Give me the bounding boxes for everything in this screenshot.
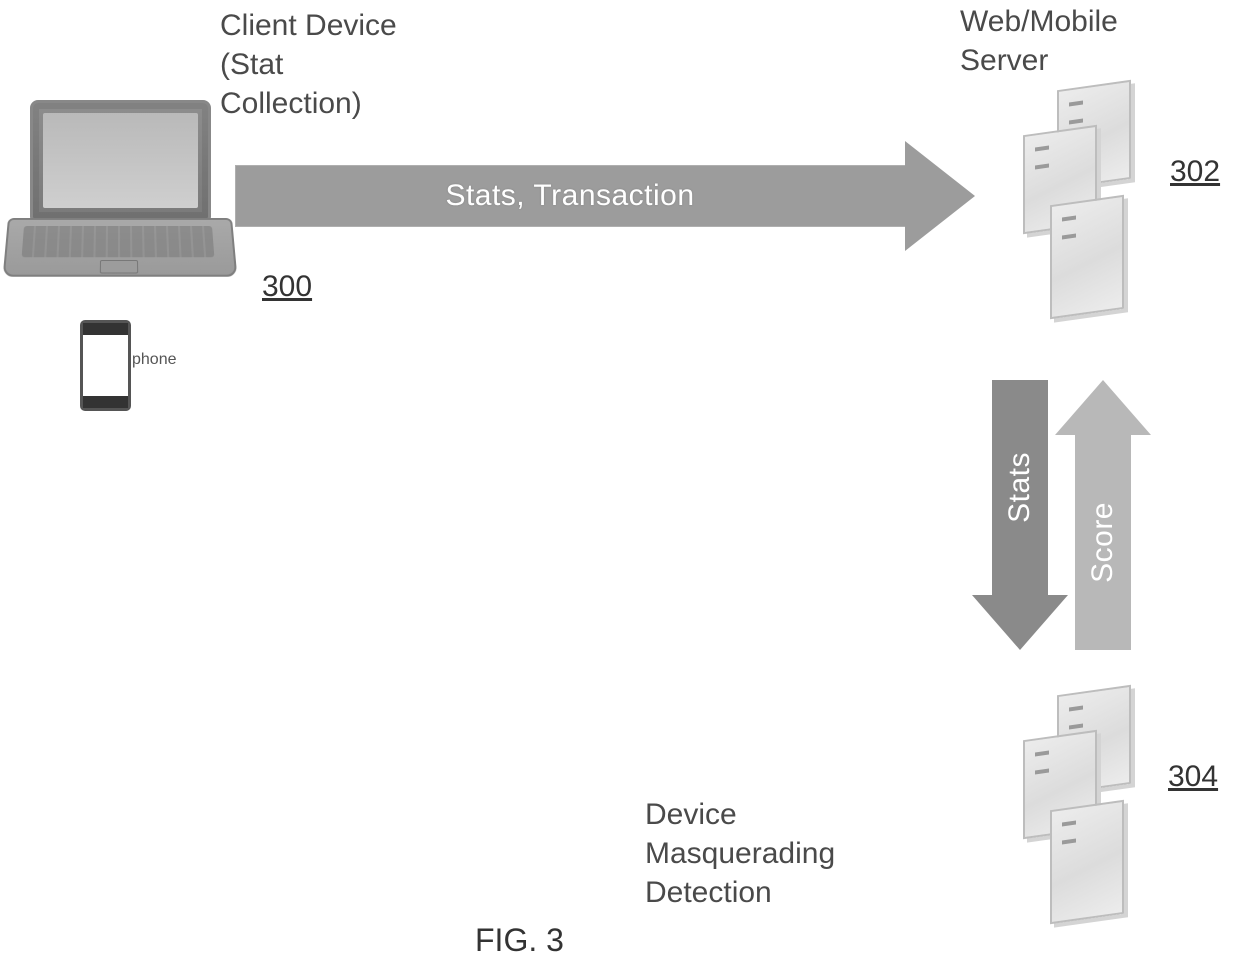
phone-label: phone xyxy=(132,350,177,371)
laptop-icon xyxy=(8,100,228,290)
arrow-stats-down-label: Stats xyxy=(1003,452,1037,523)
ref-300: 300 xyxy=(262,270,312,304)
arrow-stats-transaction: Stats, Transaction xyxy=(235,160,975,232)
arrow-stats-transaction-label: Stats, Transaction xyxy=(235,160,905,232)
web-server-label: Web/Mobile Server xyxy=(960,2,1118,80)
arrow-score-up: Score xyxy=(1068,380,1138,650)
phone-icon xyxy=(80,320,131,411)
arrow-score-up-label: Score xyxy=(1086,502,1120,583)
figure-caption: FIG. 3 xyxy=(475,922,564,959)
arrow-stats-down: Stats xyxy=(985,380,1055,650)
ref-304: 304 xyxy=(1168,760,1218,794)
detection-label: Device Masquerading Detection xyxy=(645,795,835,912)
server-302-icon xyxy=(995,85,1165,325)
diagram-stage: Client Device (Stat Collection) Web/Mobi… xyxy=(0,0,1240,977)
server-304-icon xyxy=(995,690,1165,930)
client-device-label: Client Device (Stat Collection) xyxy=(220,6,397,123)
ref-302: 302 xyxy=(1170,155,1220,189)
